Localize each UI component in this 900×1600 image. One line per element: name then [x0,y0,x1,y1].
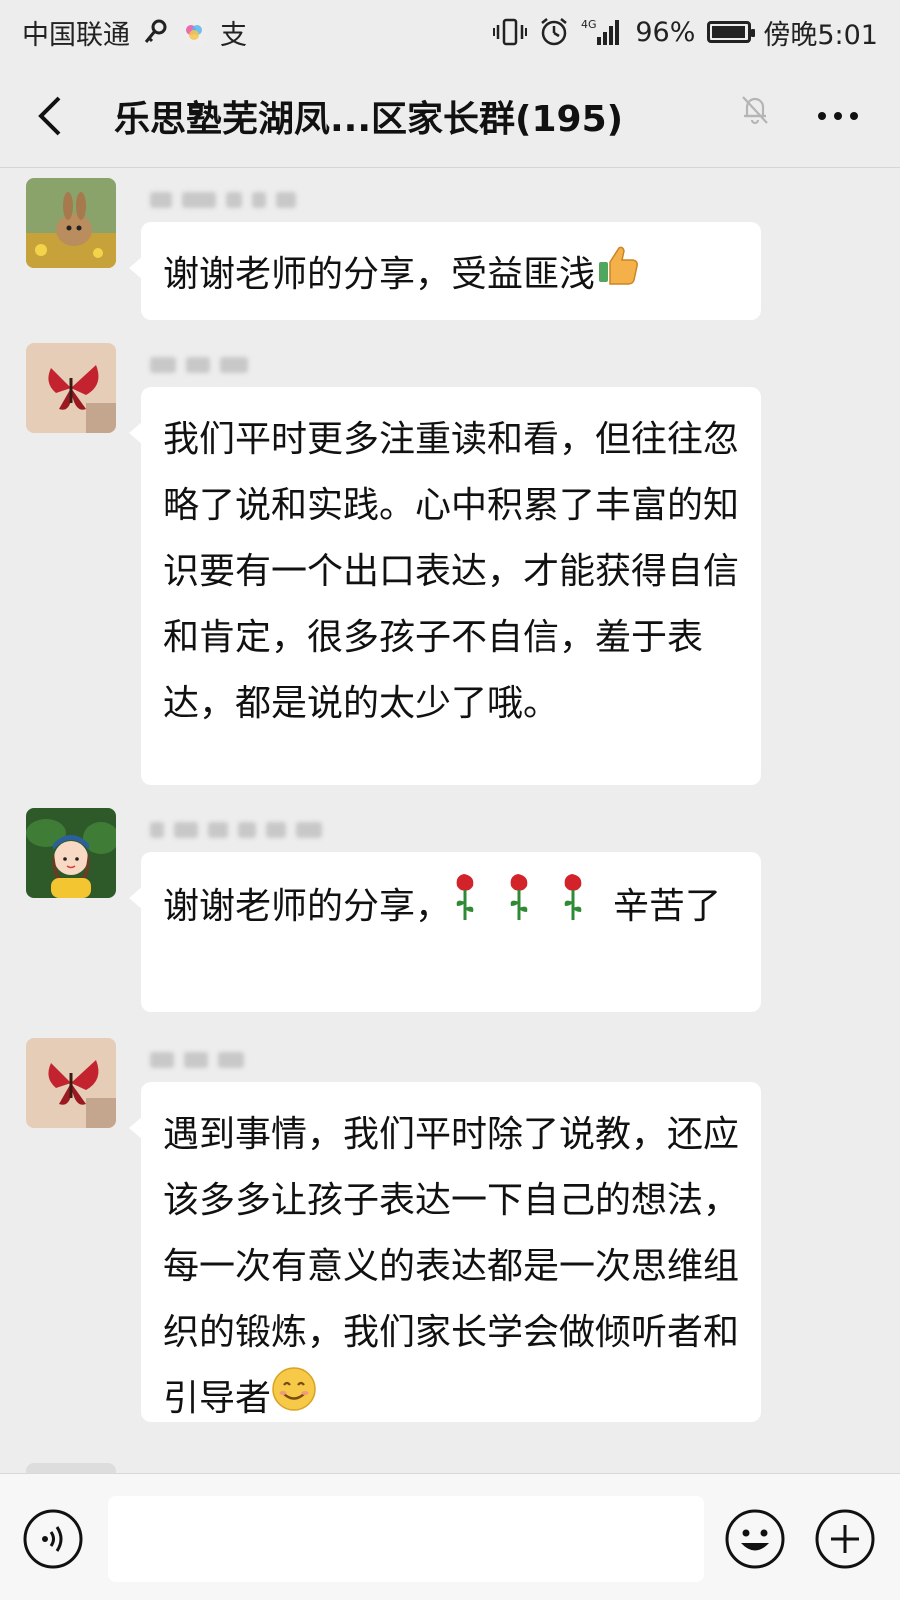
back-button[interactable] [26,86,74,146]
muted-bell-icon [740,94,770,130]
message-text-before: 谢谢老师的分享， [163,886,452,927]
alarm-icon [539,17,569,47]
message-text-after: 辛苦了 [613,886,722,927]
vibrate-icon [493,17,528,47]
wechat-group-chat-screen: 中国联通 支 4G 96% 傍晚5:01 乐思塾芜湖凤...区家长群(195) … [0,0,900,1600]
rose-icon [559,872,613,944]
status-right: 4G 96% 傍晚5:01 [493,13,878,52]
butterfly-avatar[interactable] [26,1038,116,1128]
thumbs-up-icon [595,242,641,310]
group-title: 乐思塾芜湖凤...区家长群(195) [114,98,624,140]
carrier-label: 中国联通 [22,19,130,51]
emoji-face-icon [725,1509,785,1569]
message-item: 谢谢老师的分享， 辛苦了 [0,808,900,1023]
sender-name-blurred [150,351,248,379]
message-item: 谢谢老师的分享，受益匪浅 [0,178,900,328]
message-bubble[interactable]: 我们平时更多注重读和看，但往往忽略了说和实践。心中积累了丰富的知识要有一个出口表… [129,387,761,785]
message-item: 我们平时更多注重读和看，但往往忽略了说和实践。心中积累了丰富的知识要有一个出口表… [0,343,900,793]
plus-circle-icon [815,1509,875,1569]
status-bar: 中国联通 支 4G 96% 傍晚5:01 [0,0,900,64]
message-bubble[interactable]: 谢谢老师的分享， 辛苦了 [129,852,761,1012]
sender-name-blurred [150,186,296,214]
smile-icon [271,1366,317,1434]
message-list[interactable]: 谢谢老师的分享，受益匪浅 我们平时更多注重读和看，但往往忽略了说和实践。心中积累… [0,168,900,1473]
message-text: 遇到事情，我们平时除了说教，还应该多多让孩子表达一下自己的想法，每一次有意义的表… [163,1114,740,1419]
battery-icon [707,21,756,43]
rabbit-photo-avatar[interactable] [26,178,116,268]
more-options-button[interactable] [810,90,866,142]
ellipsis-icon [818,112,858,120]
alipay-label: 支 [220,19,247,51]
emoji-button[interactable] [724,1508,786,1570]
voice-icon [23,1509,83,1569]
message-text: 我们平时更多注重读和看，但往往忽略了说和实践。心中积累了丰富的知识要有一个出口表… [163,419,740,724]
next-message-avatar-partial [26,1463,116,1473]
chat-header: 乐思塾芜湖凤...区家长群(195) [0,64,900,168]
app-notification-icon [180,18,208,46]
key-icon [142,18,168,46]
rose-icon [451,872,505,944]
status-left: 中国联通 支 [22,13,247,52]
svg-text:4G: 4G [581,18,597,31]
message-bubble[interactable]: 遇到事情，我们平时除了说教，还应该多多让孩子表达一下自己的想法，每一次有意义的表… [129,1082,761,1422]
message-item: 遇到事情，我们平时除了说教，还应该多多让孩子表达一下自己的想法，每一次有意义的表… [0,1038,900,1468]
chevron-left-icon [38,96,61,135]
signal-icon: 4G [581,17,623,47]
more-functions-button[interactable] [814,1508,876,1570]
message-input[interactable] [108,1496,704,1582]
voice-input-button[interactable] [22,1508,84,1570]
sender-name-blurred [150,816,322,844]
message-text: 谢谢老师的分享，受益匪浅 [163,254,596,295]
butterfly-avatar[interactable] [26,343,116,433]
girl-cartoon-avatar[interactable] [26,808,116,898]
battery-percent: 96% [635,16,696,48]
message-bubble[interactable]: 谢谢老师的分享，受益匪浅 [129,222,761,320]
rose-icon [505,872,559,944]
input-bar [0,1473,900,1600]
clock: 傍晚5:01 [763,19,878,51]
sender-name-blurred [150,1046,244,1074]
